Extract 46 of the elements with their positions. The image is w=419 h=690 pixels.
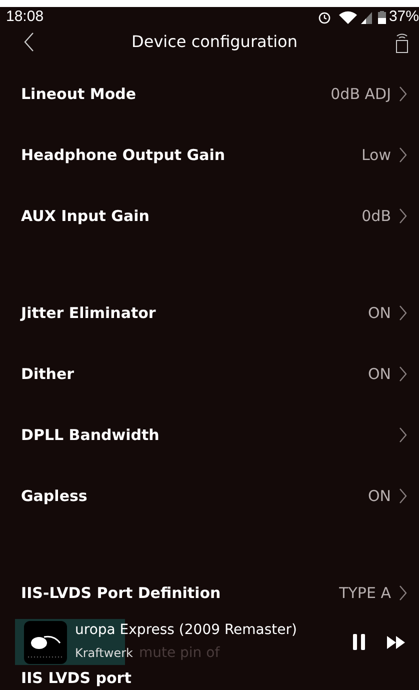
row-value: ON <box>368 486 391 507</box>
chevron-right-icon <box>399 488 407 504</box>
settings-row[interactable]: Dither ON <box>0 348 419 400</box>
signal-icon <box>360 12 372 24</box>
wifi-icon <box>338 11 357 24</box>
settings-row[interactable]: Headphone Output Gain Low <box>0 129 419 181</box>
settings-row[interactable]: Lineout Mode 0dB ADJ <box>0 68 419 120</box>
chevron-right-icon <box>399 366 407 382</box>
pause-icon[interactable] <box>353 634 365 650</box>
row-value: Low <box>361 144 391 166</box>
track-artist: Kraftwerk <box>75 645 133 662</box>
chevron-right-icon <box>399 147 407 163</box>
chevron-right-icon <box>399 86 407 102</box>
track-title: uropa Express (2009 Remaster) <box>75 621 298 640</box>
row-label: Jitter Eliminator <box>21 302 157 324</box>
chevron-right-icon <box>399 585 407 601</box>
settings-row[interactable]: AUX Input Gain 0dB <box>0 190 419 242</box>
row-value: ON <box>368 364 391 385</box>
settings-row[interactable]: DPLL Bandwidth <box>0 409 419 461</box>
settings-row[interactable]: Gapless ON <box>0 470 419 522</box>
row-value: TYPE A <box>339 582 391 604</box>
row-value: 0dB <box>362 206 391 227</box>
row-label: IIS LVDS port <box>21 669 132 687</box>
alarm-icon <box>318 11 331 24</box>
battery-percent: 37% <box>388 7 419 28</box>
row-value: 0dB ADJ <box>330 84 391 105</box>
row-label: Lineout Mode <box>21 84 138 105</box>
chevron-right-icon <box>399 208 407 224</box>
status-time: 18:08 <box>6 7 45 28</box>
row-label: IIS-LVDS Port Definition <box>21 582 222 604</box>
chevron-right-icon <box>399 305 407 321</box>
album-art-icon[interactable] <box>24 620 67 664</box>
row-label: Headphone Output Gain <box>21 144 226 166</box>
row-label: Gapless <box>21 486 88 507</box>
device-icon[interactable] <box>395 31 409 53</box>
settings-row[interactable]: Jitter Eliminator ON <box>0 287 419 339</box>
page-title: Device configuration <box>130 31 298 53</box>
row-label: AUX Input Gain <box>21 206 150 227</box>
row-value: ON <box>368 302 391 324</box>
row-label: Dither <box>21 364 76 385</box>
back-icon[interactable] <box>24 32 34 52</box>
fast-forward-icon[interactable] <box>387 636 405 648</box>
settings-row[interactable]: IIS-LVDS Port Definition TYPE A <box>0 567 419 619</box>
battery-icon <box>378 11 386 24</box>
row-label: DPLL Bandwidth <box>21 424 160 446</box>
chevron-right-icon <box>399 427 407 443</box>
